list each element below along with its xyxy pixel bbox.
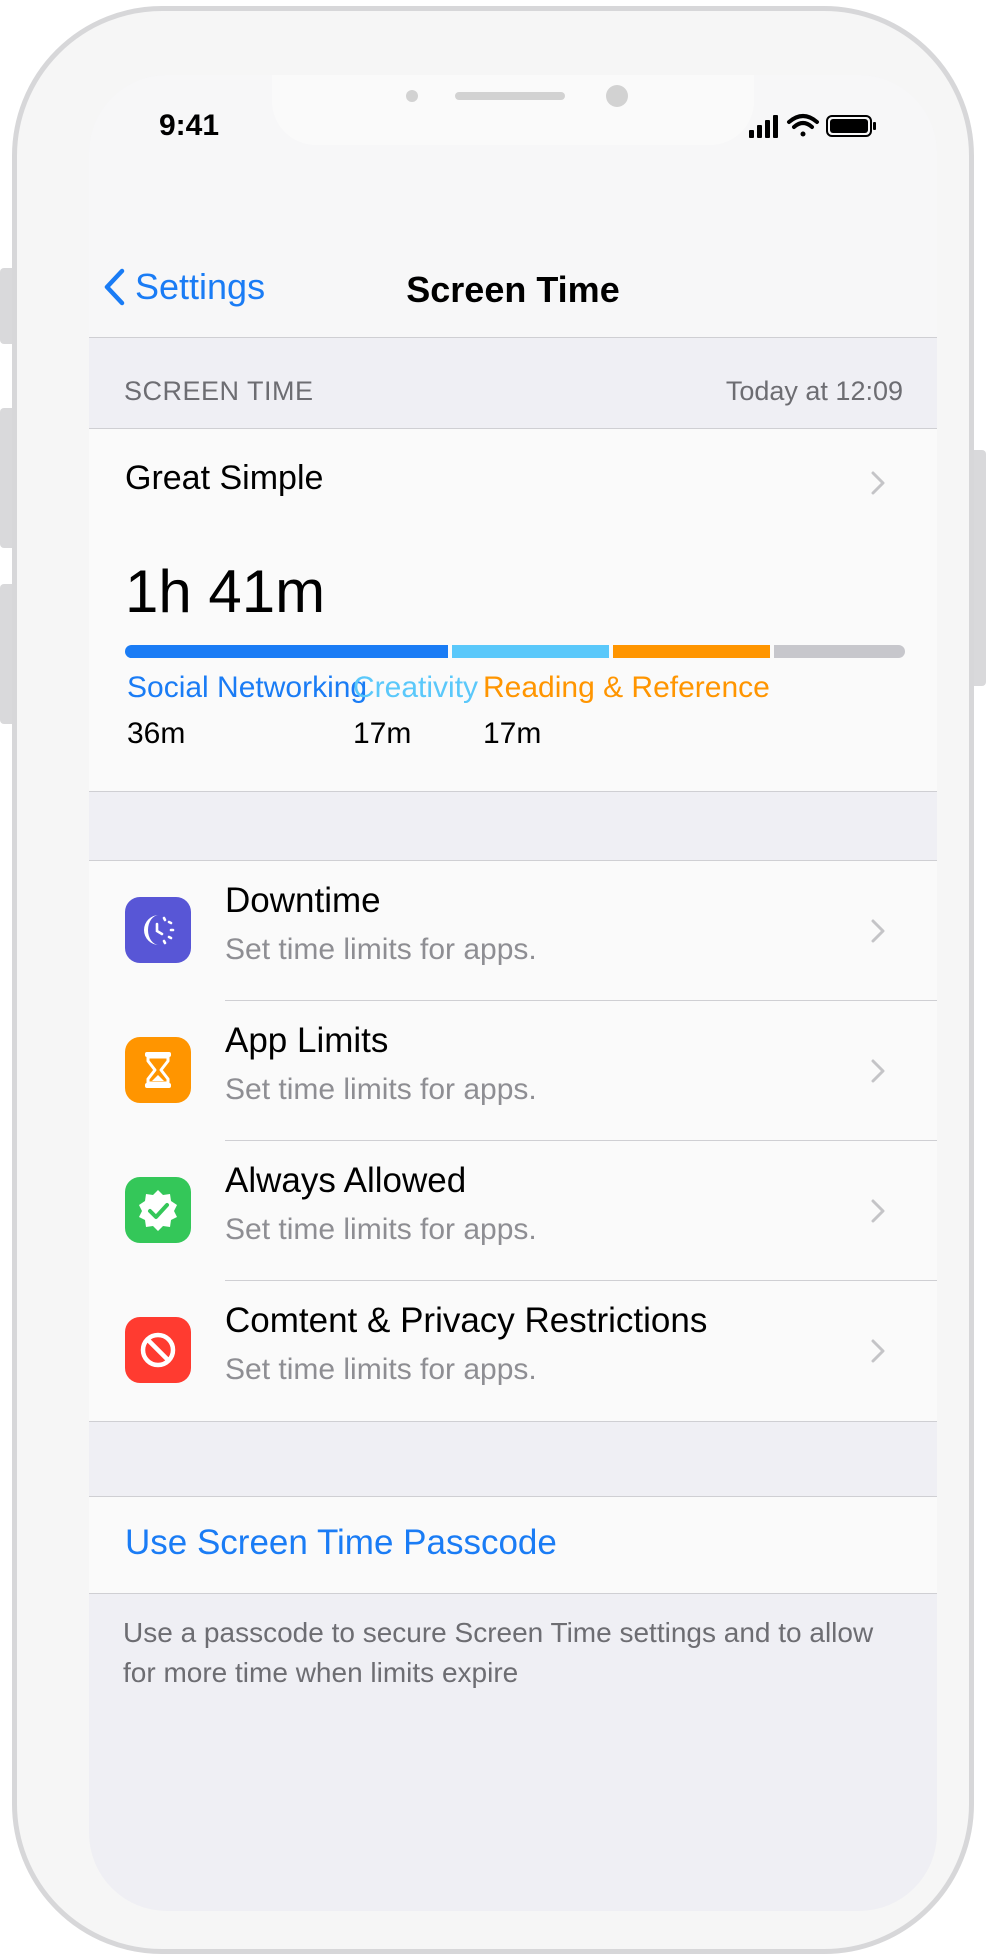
chevron-right-icon [871,919,885,943]
page-title: Screen Time [406,269,620,310]
usage-bar-segment [613,645,770,658]
front-camera [606,85,628,107]
chevron-right-icon [871,1059,885,1083]
category-value: 36m [127,717,186,750]
row-title: App Limits [225,1021,389,1060]
device-name: Great Simple [125,459,324,497]
usage-bar [125,645,905,658]
section-header: SCREEN TIME Today at 12:09 [89,338,937,429]
hourglass-icon [125,1037,191,1103]
navigation-bar: Settings Screen Time [89,187,937,338]
status-time: 9:41 [159,109,220,142]
passcode-footnote: Use a passcode to secure Screen Time set… [123,1617,874,1688]
app-limits-row[interactable]: App Limits Set time limits for apps. [89,1001,937,1141]
use-passcode-button[interactable]: Use Screen Time Passcode [89,1497,937,1594]
settings-list: Downtime Set time limits for apps. App L… [89,861,937,1422]
row-title: Comtent & Privacy Restrictions [225,1301,708,1340]
section-header-label: SCREEN TIME [124,376,314,406]
category-label: Creativity [353,671,479,704]
row-subtitle: Set time limits for apps. [225,933,537,966]
screen: 9:41 Settings Screen Time SCREEN TIME To… [89,75,937,1911]
notch [272,75,754,145]
usage-bar-segment [774,645,905,658]
total-usage: 1h 41m [125,558,326,625]
row-subtitle: Set time limits for apps. [225,1353,537,1386]
row-subtitle: Set time limits for apps. [225,1213,537,1246]
section-spacer [89,1422,937,1497]
category-value: 17m [353,717,412,750]
chevron-right-icon [871,471,885,495]
chevron-right-icon [871,1339,885,1363]
section-spacer [89,792,937,861]
always-allowed-row[interactable]: Always Allowed Set time limits for apps. [89,1141,937,1281]
category-label: Reading & Reference [483,671,770,704]
battery-icon [826,115,876,137]
side-button [972,450,986,686]
section-header-timestamp: Today at 12:09 [725,376,903,406]
downtime-row[interactable]: Downtime Set time limits for apps. [89,861,937,1001]
usage-bar-segment [125,645,448,658]
chevron-right-icon [871,1199,885,1223]
usage-bar-segment [452,645,609,658]
row-subtitle: Set time limits for apps. [225,1073,537,1106]
content-privacy-row[interactable]: Comtent & Privacy Restrictions Set time … [89,1281,937,1421]
status-icons [749,114,876,138]
phone-frame: 9:41 Settings Screen Time SCREEN TIME To… [12,6,974,1954]
earpiece-speaker [455,92,565,100]
passcode-label: Use Screen Time Passcode [125,1523,557,1562]
checkmark-seal-icon [125,1177,191,1243]
category-value: 17m [483,717,542,750]
category-label: Social Networking [127,671,368,704]
sensor-dot [406,90,418,102]
usage-summary-card[interactable]: Great Simple 1h 41m Social Networking 36… [89,429,937,792]
restriction-icon [125,1317,191,1383]
wifi-icon [787,114,819,137]
downtime-icon [125,897,191,963]
signal-icon [749,115,778,138]
row-title: Always Allowed [225,1161,467,1200]
row-title: Downtime [225,881,381,920]
